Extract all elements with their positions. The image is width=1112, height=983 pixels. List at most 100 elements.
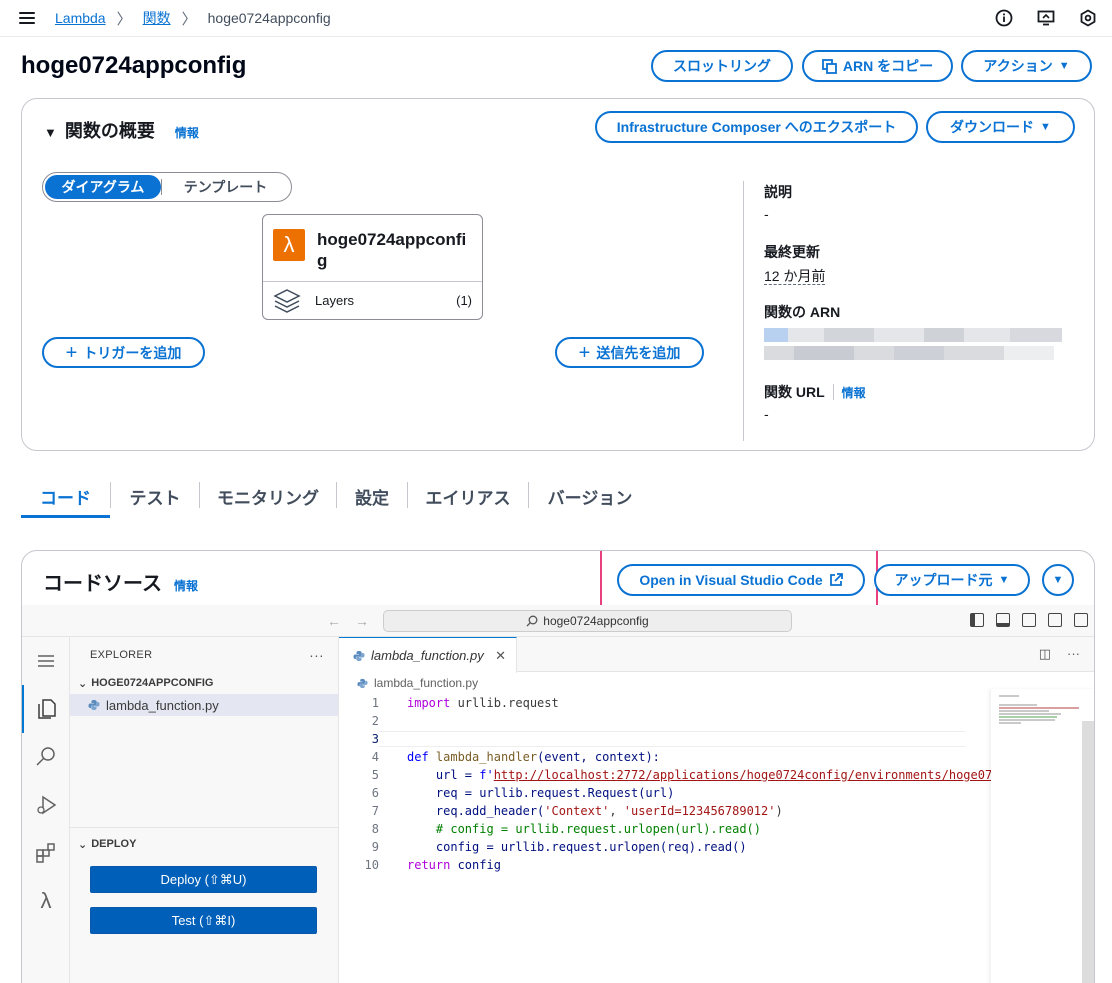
line-number: 10 <box>364 858 379 872</box>
caret-down-icon: ▼ <box>1052 574 1064 586</box>
actions-button[interactable]: アクション ▼ <box>961 50 1092 82</box>
add-trigger-label: トリガーを追加 <box>83 344 182 361</box>
more-options-button[interactable]: ▼ <box>1042 564 1074 596</box>
code-token: req = urllib.request.Request(url) <box>407 786 675 800</box>
upload-from-button[interactable]: アップロード元 ▼ <box>874 564 1030 596</box>
chevron-right-icon: 〉 <box>116 10 132 28</box>
split-editor-icon[interactable]: ◫ <box>1039 646 1051 662</box>
arn-label: 関数の ARN <box>764 304 841 320</box>
function-card-header[interactable]: λ hoge0724appconfig <box>263 215 482 282</box>
more-icon[interactable]: ··· <box>1067 646 1080 662</box>
ide-title-bar: ← → hoge0724appconfig <box>22 605 1094 637</box>
file-label: lambda_function.py <box>106 697 219 713</box>
editor-tab-bar: lambda_function.py ✕ ◫ ··· <box>339 637 1094 673</box>
view-segmented-control: ダイアグラム テンプレート <box>42 172 292 202</box>
command-center-search[interactable]: hoge0724appconfig <box>383 610 792 632</box>
function-url-info-link[interactable]: 情報 <box>842 384 866 401</box>
minimap[interactable] <box>991 689 1094 983</box>
python-file-icon <box>88 700 100 710</box>
function-url-value: - <box>764 406 769 422</box>
run-debug-icon[interactable] <box>22 781 70 829</box>
explorer-header: EXPLORER ··· <box>70 637 338 672</box>
tab-aliases[interactable]: エイリアス <box>408 478 528 518</box>
back-arrow-icon[interactable]: ← <box>327 613 341 629</box>
add-trigger-button[interactable]: + トリガーを追加 <box>42 337 205 368</box>
layers-count: (1) <box>456 293 472 308</box>
line-number: 5 <box>371 768 379 782</box>
open-vscode-button[interactable]: Open in Visual Studio Code <box>617 564 865 596</box>
code-editor-ide: ← → hoge0724appconfig λ EXPLORER ··· ⌄ H… <box>22 605 1094 983</box>
more-icon[interactable]: ··· <box>309 647 324 663</box>
segment-diagram[interactable]: ダイアグラム <box>45 175 161 199</box>
caret-down-icon: ▼ <box>998 574 1010 586</box>
last-modified-label: 最終更新 <box>764 244 820 260</box>
last-modified-value[interactable]: 12 か月前 <box>764 268 826 285</box>
fullscreen-icon[interactable] <box>1074 613 1088 627</box>
tab-test[interactable]: テスト <box>111 478 199 518</box>
code-line: 3 <box>339 730 1094 748</box>
feedback-icon[interactable] <box>1036 8 1056 28</box>
folder-item[interactable]: ⌄ HOGE0724APPCONFIG <box>70 672 338 694</box>
code-token: return <box>407 858 451 872</box>
layers-label: Layers <box>315 293 355 308</box>
test-button[interactable]: Test (⇧⌘I) <box>90 907 317 934</box>
breadcrumb-current: hoge0724appconfig <box>207 10 331 26</box>
function-tabs: コード テスト モニタリング 設定 エイリアス バージョン <box>21 478 651 518</box>
add-destination-button[interactable]: + 送信先を追加 <box>555 337 704 368</box>
layers-row[interactable]: Layers (1) <box>263 282 482 319</box>
explorer-icon[interactable] <box>22 685 70 733</box>
forward-arrow-icon[interactable]: → <box>355 613 369 629</box>
throttle-label: スロットリング <box>673 58 771 74</box>
function-card-name: hoge0724appconfig <box>317 230 467 270</box>
breadcrumb-functions[interactable]: 関数 <box>143 8 171 28</box>
tab-settings[interactable]: 設定 <box>337 478 407 518</box>
info-icon[interactable] <box>994 8 1014 28</box>
deploy-button[interactable]: Deploy (⇧⌘U) <box>90 866 317 893</box>
external-link-icon <box>829 573 843 586</box>
add-destination-label: 送信先を追加 <box>596 344 681 361</box>
function-card: λ hoge0724appconfig Layers (1) <box>262 214 483 320</box>
overview-info-link[interactable]: 情報 <box>175 124 199 141</box>
search-icon <box>526 615 538 627</box>
code-token: ) <box>775 804 783 818</box>
close-icon[interactable]: ✕ <box>495 648 506 664</box>
line-number: 6 <box>371 786 379 800</box>
code-source-info-link[interactable]: 情報 <box>174 577 198 594</box>
breadcrumb-lambda[interactable]: Lambda <box>55 10 106 26</box>
toggle-secondary-sidebar-icon[interactable] <box>1022 613 1036 627</box>
settings-icon[interactable] <box>1078 8 1098 28</box>
overview-title[interactable]: ▼ 関数の概要 情報 <box>44 117 199 143</box>
customize-layout-icon[interactable] <box>1048 613 1062 627</box>
menu-icon[interactable] <box>22 637 70 685</box>
code-token: config = urllib.request.urlopen(req).rea… <box>407 840 747 854</box>
toggle-panel-icon[interactable] <box>996 613 1010 627</box>
code-content[interactable]: 1 import urllib.request 2 3 4 def lambda_h… <box>339 694 1094 874</box>
segment-template[interactable]: テンプレート <box>161 179 289 195</box>
menu-icon[interactable] <box>19 12 35 24</box>
deploy-header[interactable]: ⌄ DEPLOY <box>70 832 338 856</box>
editor-breadcrumb[interactable]: lambda_function.py <box>339 672 1094 694</box>
download-button[interactable]: ダウンロード ▼ <box>926 111 1075 143</box>
code-token: , <box>609 804 624 818</box>
export-composer-button[interactable]: Infrastructure Composer へのエクスポート <box>595 111 918 143</box>
extensions-icon[interactable] <box>22 829 70 877</box>
tab-monitoring[interactable]: モニタリング <box>200 478 336 518</box>
python-file-icon <box>353 650 365 661</box>
tab-versions[interactable]: バージョン <box>529 478 651 518</box>
throttle-button[interactable]: スロットリング <box>651 50 793 82</box>
lambda-icon[interactable]: λ <box>22 877 70 925</box>
tab-code[interactable]: コード <box>21 478 110 518</box>
search-icon[interactable] <box>22 733 70 781</box>
export-composer-label: Infrastructure Composer へのエクスポート <box>616 119 897 135</box>
chevron-down-icon: ⌄ <box>78 677 88 690</box>
plus-icon: + <box>578 341 591 364</box>
copy-arn-button[interactable]: ARN をコピー <box>802 50 953 82</box>
copy-icon <box>821 58 837 74</box>
toggle-primary-sidebar-icon[interactable] <box>970 613 984 627</box>
scrollbar[interactable] <box>1082 721 1094 983</box>
code-line: 10 return config <box>339 856 1094 874</box>
lambda-icon: λ <box>273 229 305 261</box>
editor-tab[interactable]: lambda_function.py ✕ <box>339 637 517 673</box>
file-item[interactable]: lambda_function.py <box>70 694 338 716</box>
plus-icon: + <box>65 341 78 364</box>
